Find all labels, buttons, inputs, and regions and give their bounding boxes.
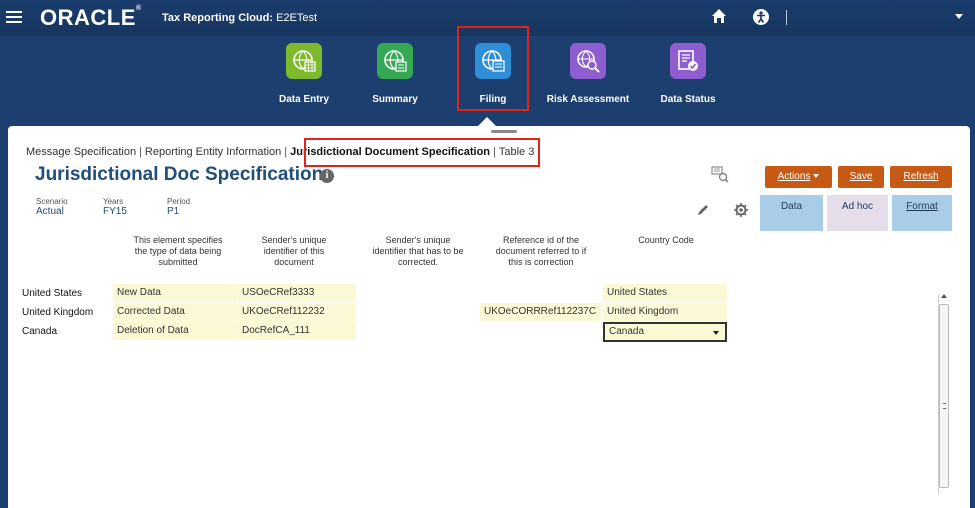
grid-cell[interactable]: United States bbox=[603, 284, 727, 302]
nav-summary[interactable]: Summary bbox=[355, 43, 435, 113]
gear-icon[interactable] bbox=[733, 202, 749, 218]
nav-data-entry[interactable]: Data Entry bbox=[264, 43, 344, 113]
accessibility-icon[interactable] bbox=[752, 8, 770, 26]
nav-risk-assessment[interactable]: Risk Assessment bbox=[543, 43, 633, 113]
app-window: ORACLE® Tax Reporting Cloud: E2ETest Dat… bbox=[0, 0, 975, 508]
column-header-data-type: This element specifies the type of data b… bbox=[133, 235, 223, 267]
grid-cell[interactable]: Corrected Data bbox=[113, 303, 237, 321]
active-tab-highlight-box bbox=[304, 138, 540, 167]
grid-cell[interactable] bbox=[480, 322, 602, 340]
chevron-down-icon bbox=[713, 331, 719, 335]
column-header-corr-message-ref-id: Reference id of the document referred to … bbox=[495, 235, 587, 267]
tab-reporting-entity-information[interactable]: Reporting Entity Information bbox=[145, 146, 281, 158]
summary-icon bbox=[377, 43, 413, 79]
app-title: Tax Reporting Cloud: E2ETest bbox=[162, 12, 318, 24]
grid-cell[interactable] bbox=[357, 322, 479, 340]
row-header-united-kingdom: United Kingdom bbox=[22, 307, 94, 318]
data-view-button[interactable]: Data bbox=[760, 195, 823, 231]
data-status-icon bbox=[670, 43, 706, 79]
pov-scenario-label: Scenario bbox=[36, 197, 68, 206]
actions-button[interactable]: Actions bbox=[765, 166, 832, 188]
home-icon[interactable] bbox=[711, 8, 727, 24]
pov-years-label: Years bbox=[103, 197, 124, 206]
grid-cell[interactable]: DocRefCA_111 bbox=[238, 322, 356, 340]
format-button[interactable]: Format bbox=[892, 195, 952, 231]
adhoc-button[interactable]: Ad hoc bbox=[827, 195, 888, 231]
oracle-logo: ORACLE® bbox=[40, 5, 142, 30]
grid-cell[interactable]: United Kingdom bbox=[603, 303, 727, 321]
grid-cell[interactable]: UKOeCORRRef112237C bbox=[480, 303, 602, 321]
grid-cell[interactable]: New Data bbox=[113, 284, 237, 302]
panel-drag-handle[interactable] bbox=[491, 130, 517, 133]
risk-assessment-icon bbox=[570, 43, 606, 79]
column-header-doc-ref-id: Sender's unique identifier of this documen… bbox=[261, 235, 327, 267]
column-header-country-code: Country Code bbox=[638, 235, 694, 245]
nav-label: Summary bbox=[372, 94, 418, 105]
pov-period-label: Period bbox=[167, 197, 191, 206]
grid-cell[interactable] bbox=[480, 284, 602, 302]
data-entry-icon bbox=[286, 43, 322, 79]
refresh-button[interactable]: Refresh bbox=[890, 166, 952, 188]
nav-label: Data Status bbox=[660, 94, 716, 105]
grid-cell[interactable]: UKOeCRef112232 bbox=[238, 303, 356, 321]
grid-cell[interactable]: USOeCRef3333 bbox=[238, 284, 356, 302]
page-title: Jurisdictional Doc Specification bbox=[35, 164, 324, 185]
pov-years-value[interactable]: FY15 bbox=[103, 206, 127, 217]
menu-icon[interactable] bbox=[6, 8, 22, 26]
column-header-corr-doc-ref-id: Sender's unique identifier that has to be… bbox=[372, 235, 464, 267]
edit-pencil-icon[interactable] bbox=[696, 203, 710, 217]
country-code-dropdown[interactable]: Canada bbox=[603, 322, 727, 342]
nav-label: Data Entry bbox=[278, 94, 329, 105]
user-menu-caret-icon[interactable] bbox=[955, 14, 963, 19]
pov-period-value[interactable]: P1 bbox=[167, 206, 179, 217]
info-icon[interactable]: i bbox=[320, 169, 334, 183]
scroll-up-icon[interactable] bbox=[941, 294, 947, 298]
save-button[interactable]: Save bbox=[838, 166, 884, 188]
grid-cell[interactable]: Deletion of Data bbox=[113, 322, 237, 340]
nav-label: Risk Assessment bbox=[546, 94, 630, 105]
nav-data-status[interactable]: Data Status bbox=[648, 43, 728, 113]
grid-cell[interactable] bbox=[357, 284, 479, 302]
chevron-down-icon bbox=[813, 174, 820, 179]
frame-edge bbox=[970, 126, 975, 508]
active-tab-pointer bbox=[477, 117, 497, 127]
vertical-scrollbar[interactable] bbox=[938, 294, 949, 494]
divider bbox=[786, 10, 787, 25]
environment-name: E2ETest bbox=[276, 12, 318, 24]
frame-edge bbox=[0, 126, 8, 508]
row-header-united-states: United States bbox=[22, 288, 83, 299]
grid-cell[interactable] bbox=[357, 303, 479, 321]
scrollbar-thumb[interactable] bbox=[939, 304, 949, 488]
tab-message-specification[interactable]: Message Specification bbox=[26, 146, 136, 158]
search-icon[interactable] bbox=[711, 165, 729, 183]
row-header-canada: Canada bbox=[22, 326, 58, 337]
pov-scenario-value[interactable]: Actual bbox=[36, 206, 64, 217]
filing-highlight-box bbox=[457, 26, 529, 111]
